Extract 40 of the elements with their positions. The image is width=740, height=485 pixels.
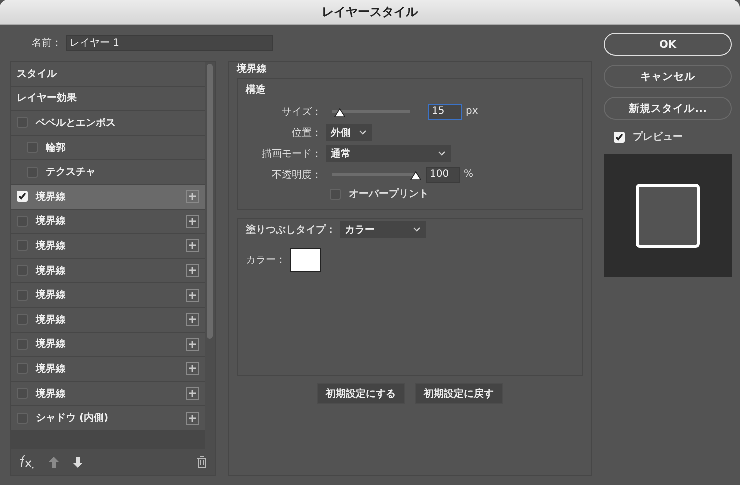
overprint-label: オーバープリント: [349, 187, 429, 201]
name-label: 名前：: [32, 37, 62, 50]
style-list-item[interactable]: 境界線: [11, 258, 205, 282]
style-list-item[interactable]: 境界線: [11, 332, 205, 356]
window-title: レイヤースタイル: [322, 4, 418, 20]
style-list-item[interactable]: シャドウ (内側): [11, 406, 205, 430]
style-list-item[interactable]: 境界線: [11, 184, 205, 209]
default-button[interactable]: 初期設定にする: [317, 383, 405, 404]
style-list-item[interactable]: 輪郭: [11, 136, 205, 160]
position-dropdown[interactable]: 外側: [326, 124, 372, 141]
style-list-item[interactable]: テクスチャ: [11, 160, 205, 184]
style-list-item[interactable]: 境界線: [11, 283, 205, 307]
opacity-field[interactable]: 100: [426, 166, 460, 182]
dialog-button[interactable]: OK: [604, 33, 732, 56]
size-label: サイズ：: [281, 106, 322, 118]
style-list-item[interactable]: ベベルとエンボス: [11, 111, 205, 135]
style-list-item[interactable]: 境界線: [11, 308, 205, 332]
blend-mode-label: 描画モード：: [261, 148, 322, 160]
fill-type-label: 塗りつぶしタイプ：: [246, 223, 336, 236]
blend-mode-dropdown[interactable]: 通常: [326, 145, 451, 162]
style-list-item[interactable]: レイヤー効果: [11, 86, 205, 110]
dialog-button[interactable]: キャンセル: [604, 65, 732, 88]
preview-label: プレビュー: [633, 130, 683, 144]
unit-label: px: [466, 106, 478, 117]
style-list-item[interactable]: 境界線: [11, 382, 205, 406]
name-field[interactable]: レイヤー 1: [66, 35, 273, 51]
default-button[interactable]: 初期設定に戻す: [415, 383, 503, 404]
size-field[interactable]: 15: [428, 104, 462, 120]
group-title: 構造: [246, 84, 267, 97]
style-list-item[interactable]: 境界線: [11, 210, 205, 234]
section-title: 境界線: [237, 62, 268, 76]
style-list-item[interactable]: 境界線: [11, 357, 205, 381]
opacity-label: 不透明度：: [271, 168, 322, 182]
unit-label: %: [464, 169, 474, 180]
position-label: 位置：: [291, 126, 322, 140]
style-list-item[interactable]: 境界線: [11, 234, 205, 258]
dialog-button[interactable]: 新規スタイル...: [604, 97, 732, 120]
fill-type-dropdown[interactable]: カラー: [340, 221, 426, 238]
style-list-item[interactable]: スタイル: [11, 62, 205, 86]
color-label: カラー：: [246, 254, 286, 267]
